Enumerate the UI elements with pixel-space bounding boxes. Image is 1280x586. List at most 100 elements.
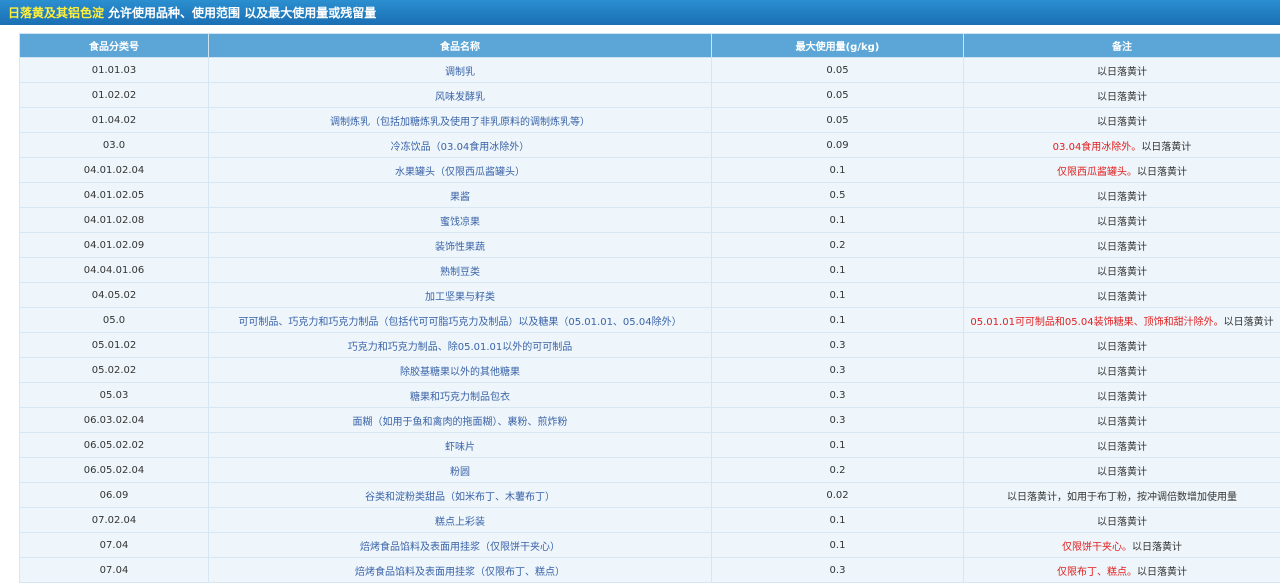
table-row: 05.02.02 除胶基糖果以外的其他糖果 0.3 以日落黄计 — [19, 357, 1280, 383]
note-cell: 以日落黄计 — [963, 357, 1280, 383]
note-cell: 以日落黄计 — [963, 407, 1280, 433]
food-name-cell[interactable]: 谷类和淀粉类甜品（如米布丁、木薯布丁） — [208, 482, 712, 508]
note-cell: 03.04食用冰除外。以日落黄计 — [963, 132, 1280, 158]
table-row: 07.04 焙烤食品馅料及表面用挂浆（仅限饼干夹心） 0.1 仅限饼干夹心。以日落黄计 — [19, 532, 1280, 558]
note-text: 以日落黄计 — [1097, 291, 1147, 303]
note-text: 以日落黄计，如用于布丁粉，按冲调倍数增加使用量 — [1007, 491, 1237, 503]
food-name-cell[interactable]: 除胶基糖果以外的其他糖果 — [208, 357, 712, 383]
category-code-cell: 01.01.03 — [19, 57, 209, 83]
note-restriction-text: 03.04食用冰除外。 — [1052, 141, 1142, 153]
food-name-cell[interactable]: 加工坚果与籽类 — [208, 282, 712, 308]
food-name-cell[interactable]: 装饰性果蔬 — [208, 232, 712, 258]
note-text: 以日落黄计 — [1097, 341, 1147, 353]
column-header-max: 最大使用量(g/kg) — [711, 33, 964, 58]
food-name-cell[interactable]: 焙烤食品馅料及表面用挂浆（仅限饼干夹心） — [208, 532, 712, 558]
note-text: 以日落黄计 — [1097, 441, 1147, 453]
note-cell: 仅限饼干夹心。以日落黄计 — [963, 532, 1280, 558]
usage-table: 食品分类号 食品名称 最大使用量(g/kg) 备注 01.01.03 调制乳 0.0… — [19, 33, 1280, 583]
page-title-highlight: 日落黄及其铝色淀 — [8, 6, 105, 20]
table-row: 01.02.02 风味发酵乳 0.05 以日落黄计 — [19, 82, 1280, 108]
note-text: 以日落黄计 — [1097, 91, 1147, 103]
note-text: 以日落黄计 — [1097, 66, 1147, 78]
category-code-cell: 01.04.02 — [19, 107, 209, 133]
food-name-cell[interactable]: 调制炼乳（包括加糖炼乳及使用了非乳原料的调制炼乳等） — [208, 107, 712, 133]
table-row: 06.05.02.04 粉圆 0.2 以日落黄计 — [19, 457, 1280, 483]
category-code-cell: 06.05.02.04 — [19, 457, 209, 483]
note-restriction-text: 05.01.01可可制品和05.04装饰糖果、顶饰和甜汁除外。 — [970, 316, 1224, 328]
max-usage-cell: 0.1 — [711, 282, 964, 308]
note-cell: 以日落黄计，如用于布丁粉，按冲调倍数增加使用量 — [963, 482, 1280, 508]
note-text: 以日落黄计 — [1097, 516, 1147, 528]
food-name-cell[interactable]: 可可制品、巧克力和巧克力制品（包括代可可脂巧克力及制品）以及糖果（05.01.0… — [208, 307, 712, 333]
max-usage-cell: 0.09 — [711, 132, 964, 158]
max-usage-cell: 0.3 — [711, 407, 964, 433]
note-restriction-text: 仅限布丁、糕点。 — [1057, 566, 1137, 578]
usage-table-container: 食品分类号 食品名称 最大使用量(g/kg) 备注 01.01.03 调制乳 0.0… — [19, 33, 1280, 583]
category-code-cell: 07.04 — [19, 532, 209, 558]
note-text: 以日落黄计 — [1097, 366, 1147, 378]
note-cell: 仅限布丁、糕点。以日落黄计 — [963, 557, 1280, 583]
food-name-cell[interactable]: 虾味片 — [208, 432, 712, 458]
note-text: 以日落黄计 — [1097, 391, 1147, 403]
table-row: 01.04.02 调制炼乳（包括加糖炼乳及使用了非乳原料的调制炼乳等） 0.05 以日… — [19, 107, 1280, 133]
note-cell: 以日落黄计 — [963, 507, 1280, 533]
table-row: 07.04 焙烤食品馅料及表面用挂浆（仅限布丁、糕点） 0.3 仅限布丁、糕点。以日落… — [19, 557, 1280, 583]
category-code-cell: 05.03 — [19, 382, 209, 408]
max-usage-cell: 0.05 — [711, 107, 964, 133]
note-cell: 以日落黄计 — [963, 282, 1280, 308]
table-row: 03.0 冷冻饮品（03.04食用冰除外） 0.09 03.04食用冰除外。以日落黄计 — [19, 132, 1280, 158]
page-title-bar: 日落黄及其铝色淀 允许使用品种、使用范围 以及最大使用量或残留量 — [0, 0, 1280, 25]
food-name-cell[interactable]: 果酱 — [208, 182, 712, 208]
category-code-cell: 04.01.02.08 — [19, 207, 209, 233]
table-row: 04.01.02.05 果酱 0.5 以日落黄计 — [19, 182, 1280, 208]
category-code-cell: 05.0 — [19, 307, 209, 333]
food-name-cell[interactable]: 水果罐头（仅限西瓜酱罐头） — [208, 157, 712, 183]
note-text: 以日落黄计 — [1097, 466, 1147, 478]
column-header-note: 备注 — [963, 33, 1280, 58]
note-text: 以日落黄计 — [1132, 541, 1182, 553]
note-text: 以日落黄计 — [1097, 241, 1147, 253]
table-row: 06.03.02.04 面糊（如用于鱼和禽肉的拖面糊）、裹粉、煎炸粉 0.3 以日落黄… — [19, 407, 1280, 433]
note-cell: 以日落黄计 — [963, 182, 1280, 208]
food-name-cell[interactable]: 蜜饯凉果 — [208, 207, 712, 233]
table-row: 04.04.01.06 熟制豆类 0.1 以日落黄计 — [19, 257, 1280, 283]
note-cell: 仅限西瓜酱罐头。以日落黄计 — [963, 157, 1280, 183]
food-name-cell[interactable]: 焙烤食品馅料及表面用挂浆（仅限布丁、糕点） — [208, 557, 712, 583]
note-cell: 以日落黄计 — [963, 107, 1280, 133]
note-text: 以日落黄计 — [1097, 416, 1147, 428]
max-usage-cell: 0.3 — [711, 332, 964, 358]
food-name-cell[interactable]: 糕点上彩装 — [208, 507, 712, 533]
note-cell: 以日落黄计 — [963, 82, 1280, 108]
column-header-name: 食品名称 — [208, 33, 712, 58]
food-name-cell[interactable]: 熟制豆类 — [208, 257, 712, 283]
table-row: 05.01.02 巧克力和巧克力制品、除05.01.01以外的可可制品 0.3 以日落… — [19, 332, 1280, 358]
max-usage-cell: 0.3 — [711, 382, 964, 408]
max-usage-cell: 0.02 — [711, 482, 964, 508]
food-name-cell[interactable]: 冷冻饮品（03.04食用冰除外） — [208, 132, 712, 158]
category-code-cell: 05.02.02 — [19, 357, 209, 383]
category-code-cell: 04.01.02.05 — [19, 182, 209, 208]
table-row: 04.01.02.09 装饰性果蔬 0.2 以日落黄计 — [19, 232, 1280, 258]
food-name-cell[interactable]: 面糊（如用于鱼和禽肉的拖面糊）、裹粉、煎炸粉 — [208, 407, 712, 433]
max-usage-cell: 0.1 — [711, 257, 964, 283]
note-cell: 05.01.01可可制品和05.04装饰糖果、顶饰和甜汁除外。以日落黄计 — [963, 307, 1280, 333]
table-row: 06.09 谷类和淀粉类甜品（如米布丁、木薯布丁） 0.02 以日落黄计，如用于布丁粉… — [19, 482, 1280, 508]
note-cell: 以日落黄计 — [963, 332, 1280, 358]
max-usage-cell: 0.2 — [711, 232, 964, 258]
note-cell: 以日落黄计 — [963, 257, 1280, 283]
food-name-cell[interactable]: 粉圆 — [208, 457, 712, 483]
note-cell: 以日落黄计 — [963, 382, 1280, 408]
category-code-cell: 04.04.01.06 — [19, 257, 209, 283]
note-text: 以日落黄计 — [1097, 266, 1147, 278]
food-name-cell[interactable]: 糖果和巧克力制品包衣 — [208, 382, 712, 408]
table-row: 07.02.04 糕点上彩装 0.1 以日落黄计 — [19, 507, 1280, 533]
note-restriction-text: 仅限西瓜酱罐头。 — [1057, 166, 1137, 178]
note-cell: 以日落黄计 — [963, 57, 1280, 83]
note-text: 以日落黄计 — [1097, 116, 1147, 128]
food-name-cell[interactable]: 调制乳 — [208, 57, 712, 83]
food-name-cell[interactable]: 风味发酵乳 — [208, 82, 712, 108]
max-usage-cell: 0.1 — [711, 532, 964, 558]
food-name-cell[interactable]: 巧克力和巧克力制品、除05.01.01以外的可可制品 — [208, 332, 712, 358]
table-row: 04.01.02.08 蜜饯凉果 0.1 以日落黄计 — [19, 207, 1280, 233]
column-header-code: 食品分类号 — [19, 33, 209, 58]
